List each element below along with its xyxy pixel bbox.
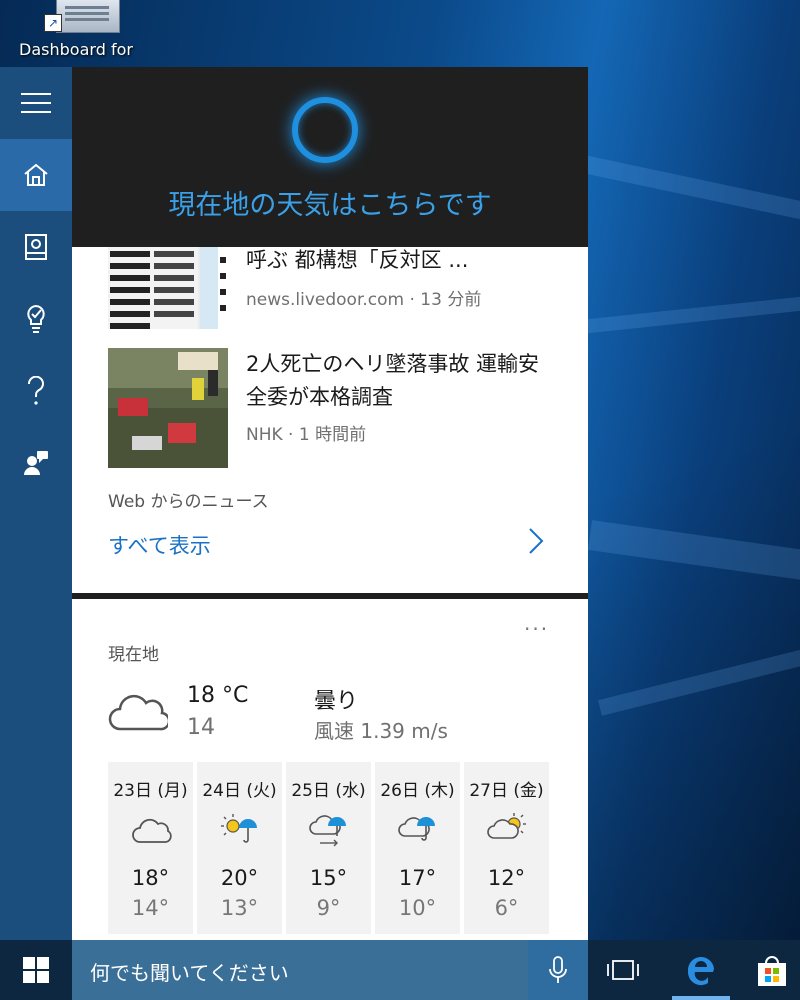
section-divider — [72, 593, 588, 599]
cortana-ring-icon[interactable] — [292, 97, 358, 163]
home-button[interactable] — [0, 139, 72, 211]
forecast-day[interactable]: 24日 (火) 20° 13° — [197, 762, 282, 934]
forecast-high: 20° — [220, 866, 259, 890]
light-beam — [579, 292, 800, 334]
search-placeholder: 何でも聞いてください — [90, 961, 289, 985]
helicopter-crash-image — [108, 348, 228, 468]
news-title[interactable]: 呼ぶ 都構想「反対区 ... — [246, 247, 556, 277]
forecast-high: 15° — [309, 866, 348, 890]
help-icon — [27, 376, 44, 405]
taskbar: 何でも聞いてください — [0, 940, 800, 1000]
reminders-icon — [27, 304, 45, 333]
microphone-icon — [549, 956, 567, 983]
partly-sunny-icon — [487, 813, 526, 839]
reminders-button[interactable] — [0, 283, 72, 355]
hamburger-menu-button[interactable] — [0, 67, 72, 139]
cloud-rain-icon — [398, 817, 435, 841]
news-meta: news.livedoor.com · 13 分前 — [246, 290, 482, 310]
news-meta: NHK · 1 時間前 — [246, 425, 367, 445]
cortana-header-text: 現在地の天気はこちらです — [168, 190, 492, 221]
forecast-low: 14° — [131, 896, 170, 920]
forecast-date: 26日 (木) — [380, 781, 455, 801]
edge-icon — [687, 956, 714, 986]
start-button[interactable] — [0, 940, 72, 1000]
forecast-low: 6° — [494, 896, 519, 920]
shortcut-arrow-icon: ↗ — [44, 14, 62, 32]
help-button[interactable] — [0, 355, 72, 427]
show-all-link[interactable]: すべて表示 — [108, 530, 211, 560]
feedback-icon — [24, 451, 48, 475]
wind-speed: 風速 1.39 m/s — [314, 719, 448, 743]
light-beam — [558, 150, 800, 231]
forecast-day[interactable]: 23日 (月) 18° 14° — [108, 762, 193, 934]
weather-location: 現在地 — [108, 645, 159, 665]
forecast-high: 18° — [131, 866, 170, 890]
news-title[interactable]: 2人死亡のヘリ墜落事故 運輸安 全委が本格調査 — [246, 348, 556, 414]
notebook-icon — [25, 234, 47, 260]
sun-rain-icon — [221, 814, 257, 843]
cortana-rail — [0, 67, 72, 940]
cloudy-icon — [108, 694, 168, 731]
store-button[interactable] — [748, 948, 796, 994]
forecast-low: 13° — [220, 896, 259, 920]
light-beam — [587, 520, 800, 584]
forecast-high: 17° — [398, 866, 437, 890]
forecast-date: 25日 (水) — [291, 781, 366, 801]
store-bag-icon — [758, 956, 786, 986]
web-news-label: Web からのニュース — [108, 492, 269, 512]
cortana-content: 呼ぶ 都構想「反対区 ... news.livedoor.com · 13 分前… — [72, 247, 588, 940]
shortcut-image — [56, 0, 120, 33]
cortana-search-box[interactable]: 何でも聞いてください — [72, 940, 528, 1000]
forecast-low: 10° — [398, 896, 437, 920]
chevron-right-icon[interactable] — [528, 527, 544, 555]
forecast-day[interactable]: 27日 (金) 12° 6° — [464, 762, 549, 934]
edge-browser-button[interactable] — [672, 940, 730, 1000]
news-title-line: 2人死亡のヘリ墜落事故 運輸安 — [246, 352, 540, 376]
task-view-button[interactable] — [600, 950, 646, 990]
news-title-line: 全委が本格調査 — [246, 385, 393, 409]
news-thumbnail — [108, 348, 228, 468]
microphone-button[interactable] — [528, 940, 588, 1000]
windows-logo-icon — [23, 957, 49, 983]
home-icon — [24, 163, 48, 186]
forecast-low: 9° — [316, 896, 341, 920]
feedback-button[interactable] — [0, 427, 72, 499]
cloudy-icon — [132, 818, 172, 843]
election-table-image — [108, 247, 228, 329]
desktop-shortcut[interactable]: ↗ Dashboard for — [14, 0, 138, 62]
cortana-header: 現在地の天気はこちらです — [72, 67, 588, 247]
cloud-rain-wind-icon — [309, 815, 346, 847]
hamburger-menu-icon — [21, 93, 51, 113]
forecast-day[interactable]: 25日 (水) 15° 9° — [286, 762, 371, 934]
news-item[interactable]: 2人死亡のヘリ墜落事故 運輸安 全委が本格調査 NHK · 1 時間前 — [108, 348, 558, 468]
active-app-indicator — [672, 996, 730, 1000]
current-temperature: 18 °C — [187, 683, 249, 708]
light-beam — [598, 647, 800, 716]
desktop-shortcut-label: Dashboard for — [19, 40, 133, 59]
more-options-button[interactable]: ... — [524, 611, 549, 635]
task-view-icon — [607, 960, 639, 980]
weather-condition: 曇り — [314, 689, 359, 714]
forecast-high: 12° — [487, 866, 526, 890]
forecast-date: 24日 (火) — [202, 781, 277, 801]
feels-like-temperature: 14 — [187, 715, 215, 740]
notebook-button[interactable] — [0, 211, 72, 283]
news-thumbnail — [108, 247, 228, 329]
forecast-day[interactable]: 26日 (木) 17° 10° — [375, 762, 460, 934]
forecast-date: 23日 (月) — [113, 781, 188, 801]
forecast-date: 27日 (金) — [469, 781, 544, 801]
